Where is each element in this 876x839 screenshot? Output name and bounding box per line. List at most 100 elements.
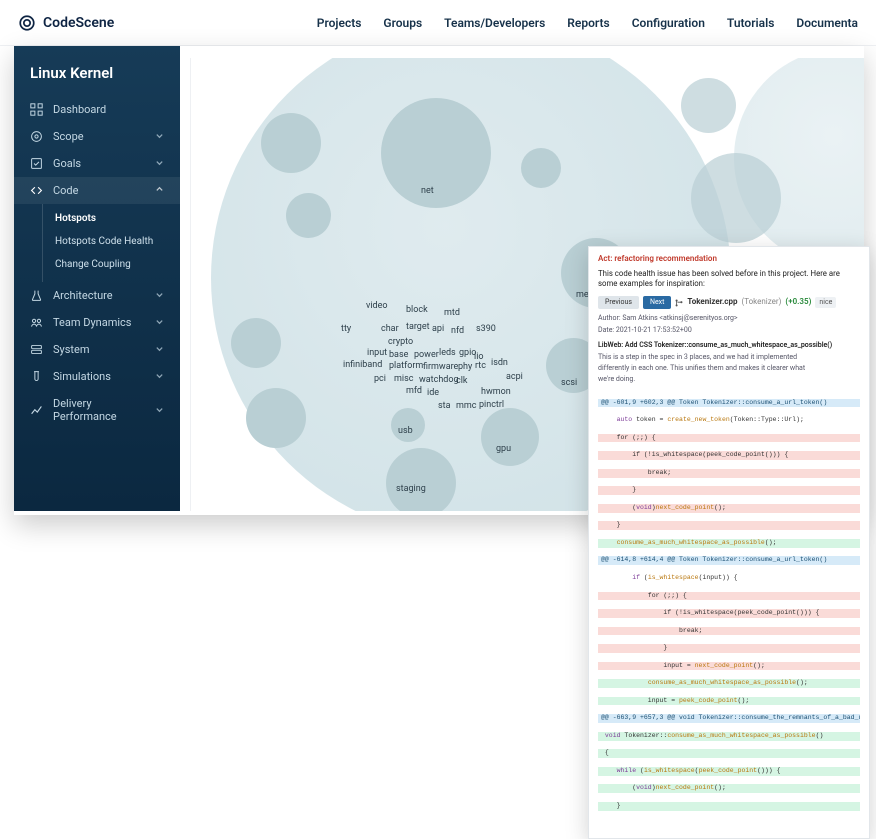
overlay-symbol: (Tokenizer) xyxy=(741,297,781,308)
people-icon xyxy=(30,316,43,329)
overlay-file: Tokenizer.cpp xyxy=(687,297,737,308)
sidebar-item-dashboard[interactable]: Dashboard xyxy=(14,96,180,123)
nav-reports[interactable]: Reports xyxy=(567,16,609,30)
chevron-down-icon xyxy=(155,316,164,329)
code-subnav: Hotspots Hotspots Code Health Change Cou… xyxy=(42,204,180,282)
overlay-tag: nice xyxy=(815,297,836,308)
sidebar-item-label: Code xyxy=(53,184,78,197)
chart-icon xyxy=(30,404,43,417)
code-icon xyxy=(30,184,43,197)
chevron-down-icon xyxy=(155,157,164,170)
sidebar: Linux Kernel Dashboard Scope Goals Code … xyxy=(14,46,180,511)
cluster-small[interactable] xyxy=(681,78,736,133)
sidebar-item-label: System xyxy=(53,343,90,356)
cluster-small[interactable] xyxy=(521,148,561,188)
commit-msg-line: This is a step in the spec in 3 places, … xyxy=(598,353,860,362)
tube-icon xyxy=(30,370,43,383)
subnav-hotspots[interactable]: Hotspots xyxy=(43,207,180,230)
diff-line-del: } xyxy=(598,521,860,530)
prev-button[interactable]: Previous xyxy=(598,296,639,309)
diff-line-del: for (;;) { xyxy=(598,434,860,443)
subnav-change-coupling[interactable]: Change Coupling xyxy=(43,253,180,276)
sidebar-item-architecture[interactable]: Architecture xyxy=(14,282,180,309)
diff-line-add: consume_as_much_whitespace_as_possible()… xyxy=(598,679,860,688)
diff-hunk: @@ -601,9 +602,3 @@ Token Tokenizer::con… xyxy=(598,399,860,408)
branch-icon xyxy=(675,299,683,307)
brand-name: CodeScene xyxy=(43,15,114,31)
sidebar-item-scope[interactable]: Scope xyxy=(14,123,180,150)
cluster-net[interactable] xyxy=(381,98,491,208)
overlay-title: Act: refactoring recommendation xyxy=(598,254,860,265)
sidebar-item-code[interactable]: Code xyxy=(14,177,180,204)
sidebar-item-label: Scope xyxy=(53,130,84,143)
cluster-usb[interactable] xyxy=(391,408,425,442)
next-button[interactable]: Next xyxy=(643,296,671,309)
chevron-down-icon xyxy=(155,370,164,383)
cluster-small[interactable] xyxy=(691,153,781,243)
chevron-down-icon xyxy=(155,404,164,417)
grid-icon xyxy=(30,103,43,116)
cluster-gpu[interactable] xyxy=(481,408,539,466)
overlay-nav: Previous Next Tokenizer.cpp (Tokenizer) … xyxy=(598,296,860,309)
cluster-small[interactable] xyxy=(286,193,331,238)
diff-line: auto auto token = create_new_token(Token… xyxy=(598,416,860,425)
nav-configuration[interactable]: Configuration xyxy=(632,16,705,30)
sidebar-item-label: Team Dynamics xyxy=(53,316,131,329)
diff-hunk: @@ -614,8 +614,4 @@ Token Tokenizer::con… xyxy=(598,556,860,565)
nav-projects[interactable]: Projects xyxy=(317,16,362,30)
sidebar-item-label: Simulations xyxy=(53,370,111,383)
cluster-small[interactable] xyxy=(246,388,306,448)
diff-line-add: { xyxy=(598,749,860,758)
chevron-down-icon xyxy=(155,343,164,356)
nav-documentation[interactable]: Documenta xyxy=(796,16,858,30)
chevron-down-icon xyxy=(155,289,164,302)
diff-line-add: } xyxy=(598,802,860,811)
project-title: Linux Kernel xyxy=(14,46,180,96)
sidebar-item-simulations[interactable]: Simulations xyxy=(14,363,180,390)
commit-msg-line: differently in each one. This unifies th… xyxy=(598,364,860,373)
sidebar-item-label: Dashboard xyxy=(53,103,106,116)
nav-tutorials[interactable]: Tutorials xyxy=(727,16,774,30)
subnav-hotspots-health[interactable]: Hotspots Code Health xyxy=(43,230,180,253)
overlay-date: Date: 2021-10-21 17:53:52+00 xyxy=(598,326,860,335)
overlay-subtitle: This code health issue has been solved b… xyxy=(598,269,860,290)
diff-line-del: } xyxy=(598,486,860,495)
diff-line-del: break; xyxy=(598,627,860,636)
target-icon xyxy=(30,130,43,143)
brand-icon xyxy=(18,14,36,32)
brand[interactable]: CodeScene xyxy=(18,14,114,32)
diff-line-del: for (;;) { xyxy=(598,592,860,601)
nav-groups[interactable]: Groups xyxy=(383,16,422,30)
diff-line-del: break; xyxy=(598,469,860,478)
diff-block[interactable]: @@ -601,9 +602,3 @@ Token Tokenizer::con… xyxy=(598,390,860,828)
check-icon xyxy=(30,157,43,170)
cluster-small[interactable] xyxy=(231,318,281,368)
top-bar: CodeScene Projects Groups Teams/Develope… xyxy=(0,0,876,46)
sidebar-item-label: Delivery Performance xyxy=(53,397,145,423)
recommendation-overlay: Act: refactoring recommendation This cod… xyxy=(588,246,870,839)
nav-teams[interactable]: Teams/Developers xyxy=(444,16,545,30)
diff-line-del: if (!is_whitespace(peek_code_point())) { xyxy=(598,609,860,618)
sidebar-item-label: Architecture xyxy=(53,289,113,302)
diff-line-add: input = peek_code_point(); xyxy=(598,697,860,706)
flask-icon xyxy=(30,289,43,302)
cluster-small[interactable] xyxy=(261,113,321,173)
top-nav: Projects Groups Teams/Developers Reports… xyxy=(317,16,858,30)
commit-msg-line: we're doing. xyxy=(598,375,860,384)
sidebar-item-team[interactable]: Team Dynamics xyxy=(14,309,180,336)
diff-line-add: void Tokenizer::consume_as_much_whitespa… xyxy=(598,732,860,741)
diff-line-add: consume_as_much_whitespace_as_possible()… xyxy=(598,539,860,548)
commit-msg-line: LibWeb: Add CSS Tokenizer::consume_as_mu… xyxy=(598,341,860,350)
cluster-staging[interactable] xyxy=(386,448,456,511)
chevron-down-icon xyxy=(155,130,164,143)
diff-line-del: (void)next_code_point(); xyxy=(598,504,860,513)
overlay-author: Author: Sam Atkins <atkinsj@serenityos.o… xyxy=(598,314,860,323)
diff-line-del: if (!is_whitespace(peek_code_point())) { xyxy=(598,451,860,460)
sidebar-item-system[interactable]: System xyxy=(14,336,180,363)
sidebar-item-goals[interactable]: Goals xyxy=(14,150,180,177)
server-icon xyxy=(30,343,43,356)
diff-hunk: @@ -663,9 +657,3 @@ void Tokenizer::cons… xyxy=(598,714,860,723)
diff-line-add: while (is_whitespace(peek_code_point()))… xyxy=(598,767,860,776)
sidebar-item-delivery[interactable]: Delivery Performance xyxy=(14,390,180,430)
overlay-score: (+0.35) xyxy=(785,297,811,308)
